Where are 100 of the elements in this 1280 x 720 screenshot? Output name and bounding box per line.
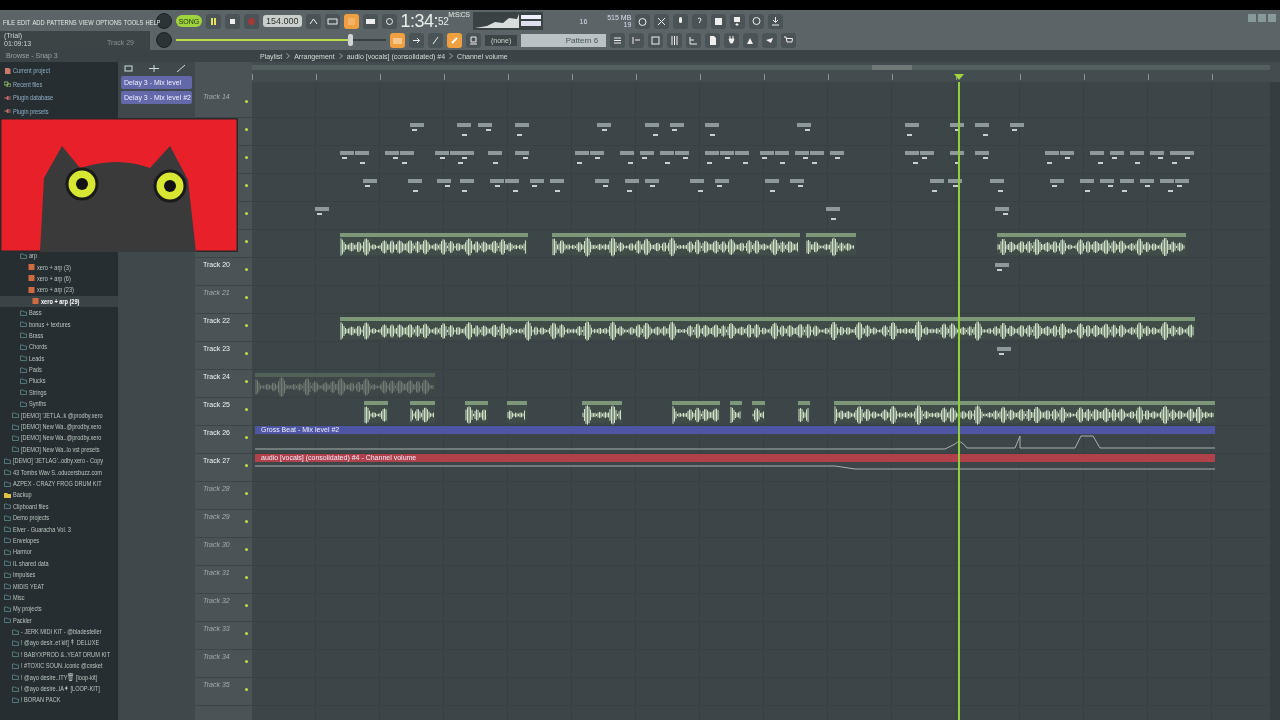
menu-item[interactable]: EDIT	[17, 15, 31, 30]
browser-item[interactable]: Demo projects	[0, 512, 118, 524]
browser-item[interactable]: xero + arp (23)	[0, 284, 118, 296]
browser-item[interactable]: xero + arp (3)	[0, 261, 118, 273]
browser-item[interactable]: Plugin database	[0, 91, 118, 105]
track-led-icon[interactable]	[245, 520, 248, 523]
menu-item[interactable]: FILE	[2, 15, 16, 30]
help-icon[interactable]	[692, 13, 708, 29]
brush-icon[interactable]	[428, 32, 443, 48]
track-led-icon[interactable]	[245, 408, 248, 411]
browser-item[interactable]: [DEMO] 'JETLA..k @prodby.xero	[0, 409, 118, 421]
menu-item[interactable]: HELP	[145, 15, 161, 30]
menu-item[interactable]: TOOLS	[123, 15, 144, 30]
browser-item[interactable]: Packler	[0, 614, 118, 626]
browser-item[interactable]: Current project	[0, 64, 118, 78]
save-icon[interactable]	[711, 13, 727, 29]
track-led-icon[interactable]	[245, 492, 248, 495]
mixer-icon[interactable]	[667, 32, 683, 48]
plugin-icon	[4, 108, 11, 115]
time-fraction: 52	[438, 15, 449, 27]
tempo-field[interactable]: 154.000	[263, 15, 302, 27]
browser-item[interactable]: Misc	[0, 591, 118, 604]
menu-item[interactable]: VIEW	[78, 15, 94, 30]
track-led-icon[interactable]	[245, 240, 248, 243]
browser-item[interactable]: IL shared data	[0, 557, 118, 569]
browser-item[interactable]: Elver - Guaracha Vol. 3	[0, 523, 118, 535]
track-led-icon[interactable]	[245, 324, 248, 327]
browser-item[interactable]: - JERK MIDI KIT - @bladesteller	[0, 625, 118, 638]
pause-icon[interactable]	[206, 13, 221, 29]
track-led-icon[interactable]	[245, 380, 248, 383]
browser-item[interactable]: Synths	[0, 398, 118, 410]
browser-item[interactable]: Backup	[0, 489, 118, 501]
browser-item[interactable]: xero + arp (29)	[0, 295, 118, 307]
browser-item[interactable]: [DEMO] 'JETLAG'..odby.xero - Copy	[0, 455, 118, 467]
browser-item[interactable]: MIDIS YEAT	[0, 580, 118, 592]
menu-item[interactable]: PATTERNS	[46, 15, 77, 30]
plug-icon[interactable]	[724, 32, 740, 48]
browser-item[interactable]: Recent files	[0, 77, 118, 91]
browser-item[interactable]: 43 Tombs Wav S..oducersbuzz.com	[0, 466, 118, 478]
browser-item[interactable]: [DEMO] New Wa..@prodby.xero	[0, 432, 118, 444]
master-volume-slider[interactable]	[176, 36, 386, 44]
track-led-icon[interactable]	[245, 464, 248, 467]
track-led-icon[interactable]	[245, 184, 248, 187]
browser-item[interactable]: [DEMO] New Wa..lo vst presets	[0, 443, 118, 456]
channel-rack-icon[interactable]	[648, 32, 664, 48]
track-led-icon[interactable]	[245, 688, 248, 691]
track-led-icon[interactable]	[245, 436, 248, 439]
browser-item[interactable]: [DEMO] New Wa..@prodby.xero	[0, 420, 118, 433]
menu-item[interactable]: OPTIONS	[95, 15, 122, 30]
browser-item[interactable]: arp	[0, 250, 118, 262]
browser-item[interactable]: Impulses	[0, 568, 118, 581]
save-new-icon[interactable]	[730, 13, 746, 29]
browser-item[interactable]: ! BABYXPROD &..YEAT DRUM KIT	[0, 648, 118, 661]
browser-item[interactable]: Bass	[0, 306, 118, 319]
document-icon[interactable]	[705, 32, 721, 48]
track-led-icon[interactable]	[245, 128, 248, 131]
browser-item[interactable]: ! BORAN PACK	[0, 694, 118, 706]
knob[interactable]	[156, 32, 172, 48]
browser-item[interactable]: Pads	[0, 363, 118, 376]
pattern-selector[interactable]: Pattern 6	[521, 33, 607, 47]
browser-item[interactable]: Envelopes	[0, 534, 118, 547]
pattern-clip	[515, 151, 529, 159]
track-led-icon[interactable]	[245, 212, 248, 215]
download-icon[interactable]	[768, 13, 784, 29]
browser-item[interactable]: Harmor	[0, 546, 118, 558]
stop-icon[interactable]	[225, 13, 240, 29]
track-led-icon[interactable]	[245, 576, 248, 579]
browser-item[interactable]: bonus + textures	[0, 318, 118, 330]
browser-item[interactable]: Clipboard files	[0, 500, 118, 512]
track-led-icon[interactable]	[245, 352, 248, 355]
track-led-icon[interactable]	[245, 548, 248, 551]
playlist-icon[interactable]	[610, 32, 626, 48]
slider-thumb[interactable]	[348, 34, 354, 46]
pattern-clip	[1010, 123, 1024, 131]
browser-item[interactable]: Leads	[0, 352, 118, 364]
link-icon[interactable]	[447, 32, 462, 48]
browser-item[interactable]: Plucks	[0, 375, 118, 387]
track-led-icon[interactable]	[245, 268, 248, 271]
browser-item[interactable]: My projects	[0, 603, 118, 615]
browser-item[interactable]: AZPEX - CRAZY FROG DRUM KIT	[0, 477, 118, 490]
browser-item[interactable]: xero + arp (6)	[0, 272, 118, 285]
browser-item[interactable]: Chords	[0, 341, 118, 353]
track-led-icon[interactable]	[245, 604, 248, 607]
browser-item[interactable]: ! @ayo desire..IA✦ [LOOP-KIT]	[0, 682, 118, 695]
browser-item[interactable]: ! #TOXIC SOUN..iconic @cxsket	[0, 660, 118, 672]
browser-item[interactable]: Brass	[0, 329, 118, 342]
track-led-icon[interactable]	[245, 100, 248, 103]
piano-roll-icon[interactable]	[629, 32, 645, 48]
browser-item[interactable]: Plugin presets	[0, 104, 118, 118]
track-led-icon[interactable]	[245, 296, 248, 299]
pattern-clip	[1120, 179, 1134, 192]
browser-item[interactable]: ! @ayo desire..ITY🗑 [loop-kit]	[0, 671, 118, 683]
pattern-clip	[363, 179, 377, 187]
cart-icon[interactable]	[781, 32, 797, 48]
track-led-icon[interactable]	[245, 660, 248, 663]
browser-item[interactable]: Strings	[0, 386, 118, 399]
track-led-icon[interactable]	[245, 632, 248, 635]
menu-item[interactable]: ADD	[32, 15, 45, 30]
track-led-icon[interactable]	[245, 156, 248, 159]
browser-item[interactable]: ! @ayo desir..et kit] ↟ DELUXE	[0, 637, 118, 649]
